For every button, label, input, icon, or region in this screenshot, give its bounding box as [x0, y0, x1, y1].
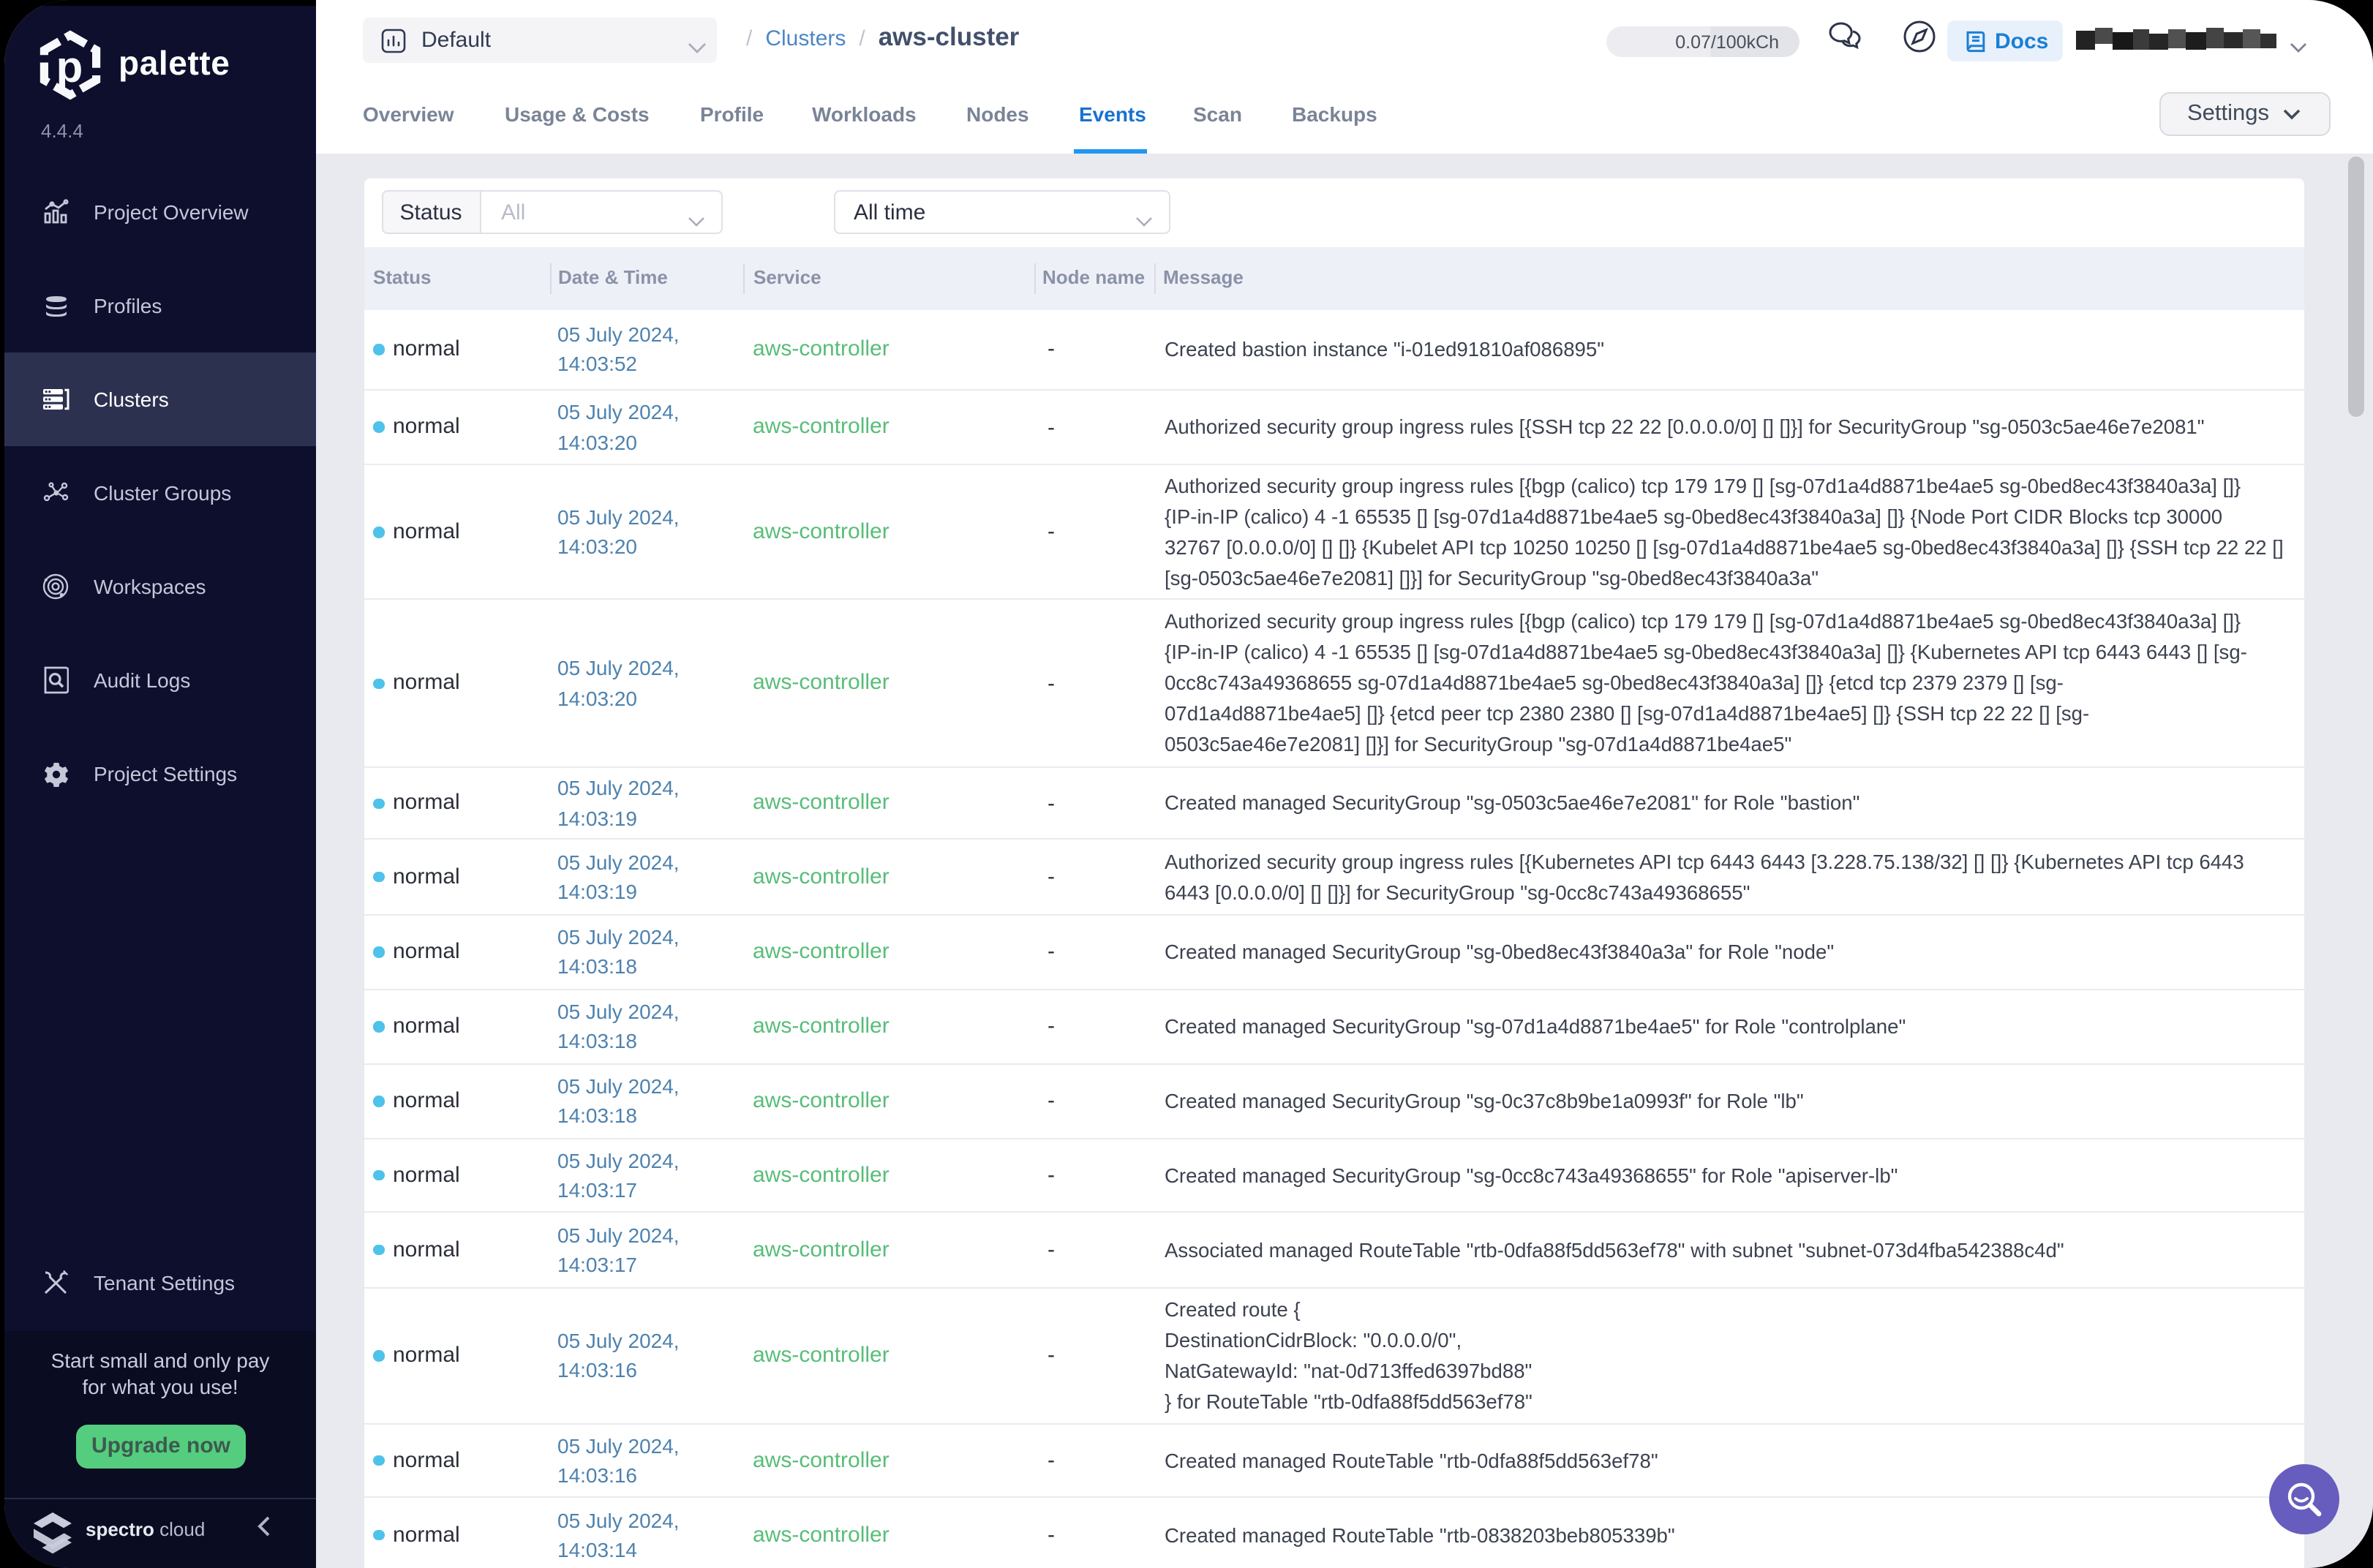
svg-text:p: p	[56, 42, 83, 91]
